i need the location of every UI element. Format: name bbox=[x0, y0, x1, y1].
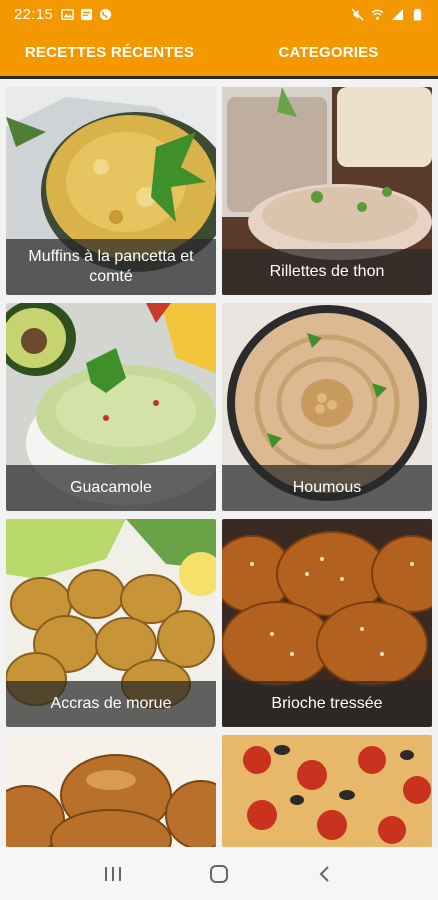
tab-recent-recipes[interactable]: RECETTES RÉCENTES bbox=[0, 28, 219, 79]
recents-button[interactable] bbox=[93, 854, 133, 894]
buns-photo bbox=[6, 735, 216, 847]
tab-categories-label: CATEGORIES bbox=[278, 43, 379, 61]
back-icon bbox=[319, 865, 329, 882]
notification-icon bbox=[80, 8, 93, 20]
recipe-card[interactable]: Houmous bbox=[222, 303, 432, 511]
tab-recent-recipes-label: RECETTES RÉCENTES bbox=[24, 43, 195, 61]
status-left-icons bbox=[61, 8, 112, 21]
battery-icon bbox=[413, 8, 422, 21]
recipe-card[interactable]: Accras de morue bbox=[6, 519, 216, 727]
recipe-card[interactable]: Muffins à la pancetta et comté bbox=[6, 87, 216, 295]
status-time: 22:15 bbox=[14, 5, 54, 23]
recipe-title: Rillettes de thon bbox=[222, 249, 432, 295]
recipe-title: Brioche tressée bbox=[222, 681, 432, 727]
tab-categories[interactable]: CATEGORIES bbox=[219, 28, 438, 76]
status-right-icons bbox=[351, 7, 424, 21]
wifi-icon bbox=[371, 9, 384, 20]
recipe-title: Muffins à la pancetta et comté bbox=[6, 239, 216, 295]
recipe-card[interactable] bbox=[222, 735, 432, 847]
recipe-title: Houmous bbox=[222, 465, 432, 511]
home-button[interactable] bbox=[199, 854, 239, 894]
tab-bar: RECETTES RÉCENTES CATEGORIES bbox=[0, 28, 438, 79]
system-nav-bar bbox=[0, 847, 438, 900]
back-button[interactable] bbox=[305, 854, 345, 894]
recents-icon bbox=[105, 866, 121, 881]
recipe-card[interactable] bbox=[6, 735, 216, 847]
recipe-card[interactable]: Guacamole bbox=[6, 303, 216, 511]
mute-icon bbox=[351, 7, 364, 21]
status-bar: 22:15 bbox=[0, 0, 438, 28]
shazam-icon bbox=[99, 8, 112, 20]
signal-icon bbox=[391, 8, 404, 20]
gallery-icon bbox=[61, 8, 74, 20]
recipe-card[interactable]: Brioche tressée bbox=[222, 519, 432, 727]
recipe-grid[interactable]: Muffins à la pancetta et comté Rillettes… bbox=[0, 79, 438, 847]
recipe-card[interactable]: Rillettes de thon bbox=[222, 87, 432, 295]
pizza-photo bbox=[222, 735, 432, 847]
recipe-title: Accras de morue bbox=[6, 681, 216, 727]
recipe-title: Guacamole bbox=[6, 465, 216, 511]
home-icon bbox=[210, 864, 228, 883]
